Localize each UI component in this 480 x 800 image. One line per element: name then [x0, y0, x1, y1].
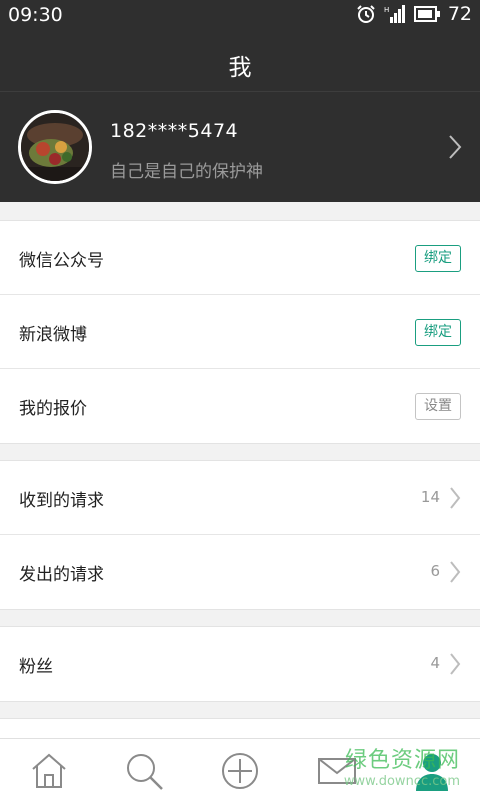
svg-text:H: H	[384, 6, 389, 14]
list-item-label: 新浪微博	[19, 325, 87, 345]
list-item-sent-requests[interactable]: 发出的请求 6	[0, 535, 480, 609]
add-icon	[222, 753, 258, 789]
list-item-label: 发出的请求	[19, 565, 104, 585]
fans-section: 粉丝 4	[0, 626, 480, 702]
chevron-right-icon	[449, 135, 462, 159]
tab-search[interactable]	[122, 749, 166, 793]
list-item-label: 收到的请求	[19, 491, 104, 511]
list-item-my-quote[interactable]: 我的报价 设置	[0, 369, 480, 443]
status-bar: 09:30 H 72	[0, 0, 480, 32]
binding-section: 微信公众号 绑定 新浪微博 绑定 我的报价 设置	[0, 220, 480, 444]
status-icons: H 72	[356, 3, 472, 25]
chevron-right-icon	[450, 487, 461, 509]
next-section-partial	[0, 718, 480, 740]
mail-icon	[318, 758, 356, 784]
list-item-label: 微信公众号	[19, 251, 104, 271]
profile-phone: 182****5474	[110, 120, 239, 142]
list-item-label: 我的报价	[19, 399, 87, 419]
bind-button[interactable]: 绑定	[415, 319, 461, 346]
tab-bar	[0, 738, 480, 800]
chevron-right-icon	[450, 561, 461, 583]
avatar[interactable]	[18, 110, 92, 184]
page-title: 我	[228, 55, 252, 81]
tab-add[interactable]	[218, 749, 262, 793]
title-bar: 我	[0, 32, 480, 92]
profile-icon	[416, 754, 448, 791]
list-item-wechat[interactable]: 微信公众号 绑定	[0, 221, 480, 295]
search-icon	[127, 754, 163, 790]
tab-profile[interactable]	[410, 749, 454, 793]
battery-icon	[413, 6, 440, 22]
chevron-right-icon	[450, 653, 461, 675]
settings-button[interactable]: 设置	[415, 393, 461, 420]
battery-level: 72	[447, 3, 472, 25]
list-item-fans[interactable]: 粉丝 4	[0, 627, 480, 701]
home-icon	[32, 753, 66, 788]
profile-card[interactable]: 182****5474 自己是自己的保护神	[0, 92, 480, 202]
alarm-icon	[357, 5, 375, 23]
count-badge: 6	[430, 562, 440, 580]
list-item-label: 粉丝	[19, 657, 53, 677]
list-item-received-requests[interactable]: 收到的请求 14	[0, 461, 480, 535]
signal-icon: H	[384, 5, 405, 23]
bind-button[interactable]: 绑定	[415, 245, 461, 272]
profile-signature: 自己是自己的保护神	[110, 162, 263, 182]
requests-section: 收到的请求 14 发出的请求 6	[0, 460, 480, 610]
avatar-image	[21, 113, 89, 181]
tab-messages[interactable]	[315, 749, 359, 793]
list-item-weibo[interactable]: 新浪微博 绑定	[0, 295, 480, 369]
count-badge: 14	[420, 488, 440, 506]
count-badge: 4	[430, 654, 440, 672]
status-time: 09:30	[8, 4, 63, 26]
tab-home[interactable]	[27, 749, 71, 793]
